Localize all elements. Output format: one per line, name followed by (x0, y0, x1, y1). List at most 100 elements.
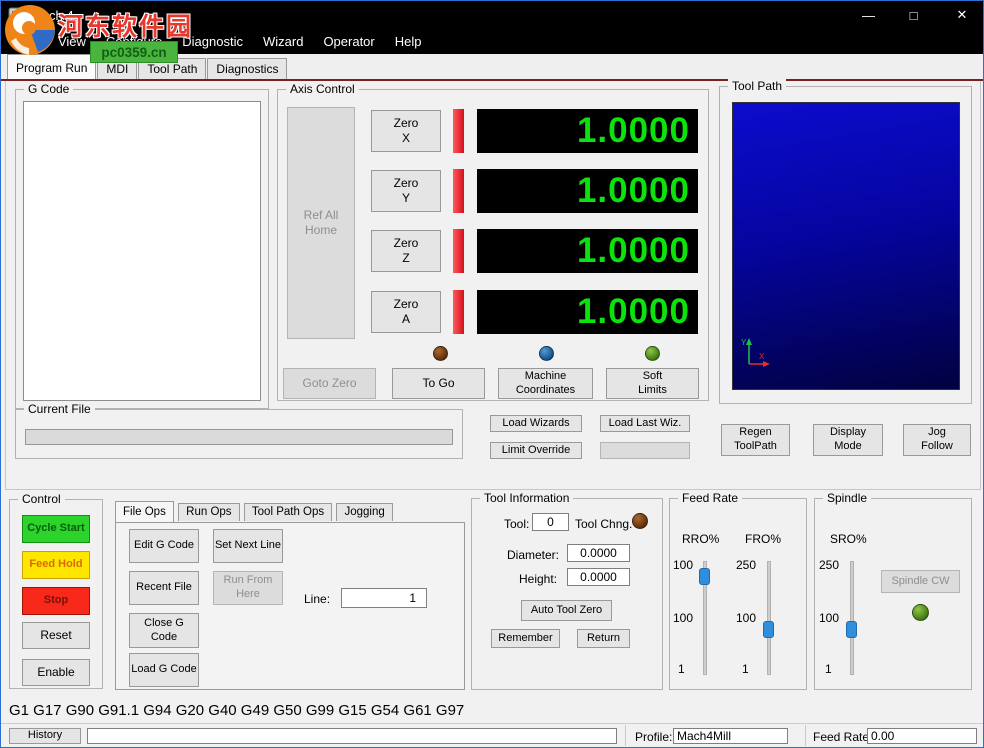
close-button[interactable]: ✕ (939, 1, 984, 29)
watermark-site-url: pc0359.cn (90, 41, 178, 63)
edit-gcode-button[interactable]: Edit G Code (129, 529, 199, 563)
sro-max: 250 (819, 558, 839, 572)
diameter-label: Diameter: (507, 548, 559, 562)
set-next-line-button[interactable]: Set Next Line (213, 529, 283, 563)
machine-coords-led (539, 346, 554, 361)
status-message-input[interactable] (87, 728, 617, 744)
ref-all-home-label: Ref All Home (303, 208, 339, 238)
cycle-start-button[interactable]: Cycle Start (22, 515, 90, 543)
zero-a-word: Zero (394, 297, 419, 312)
fro-slider-thumb[interactable] (763, 621, 774, 638)
soft-limits-button[interactable]: Soft Limits (606, 368, 699, 399)
stop-button[interactable]: Stop (22, 587, 90, 615)
x-axis-red-indicator (453, 109, 464, 153)
display-mode-button[interactable]: Display Mode (813, 424, 883, 456)
y-axis-dro: 1.0000 (477, 169, 698, 213)
display-mode-label: Display Mode (825, 426, 871, 454)
limit-override-button[interactable]: Limit Override (490, 442, 582, 459)
to-go-button[interactable]: To Go (392, 368, 485, 399)
remember-button[interactable]: Remember (491, 629, 560, 648)
soft-limits-label: Soft Limits (633, 370, 673, 398)
load-wizards-button[interactable]: Load Wizards (490, 415, 582, 432)
sro-slider-track[interactable] (850, 561, 854, 675)
maximize-button[interactable]: □ (891, 1, 936, 29)
close-gcode-button[interactable]: Close G Code (129, 613, 199, 648)
rro-max: 100 (673, 558, 693, 572)
ops-tab-file-ops[interactable]: File Ops (115, 501, 174, 522)
rro-label: RRO% (682, 532, 719, 546)
profile-input[interactable] (673, 728, 788, 744)
profile-label: Profile: (635, 730, 672, 744)
togo-status-led (433, 346, 448, 361)
control-group-label: Control (18, 492, 65, 506)
fro-mid: 100 (736, 611, 756, 625)
ops-tab-jogging[interactable]: Jogging (336, 503, 392, 521)
line-input[interactable] (341, 588, 427, 608)
blank-button[interactable] (600, 442, 690, 459)
menu-wizard[interactable]: Wizard (253, 34, 313, 49)
run-from-here-button[interactable]: Run From Here (213, 571, 283, 605)
z-axis-red-indicator (453, 229, 464, 273)
ops-tab-tool-path-ops[interactable]: Tool Path Ops (244, 503, 332, 521)
height-input[interactable] (567, 568, 630, 586)
rro-slider-thumb[interactable] (699, 568, 710, 585)
run-from-here-label: Run From Here (217, 574, 279, 602)
goto-zero-button[interactable]: Goto Zero (283, 368, 376, 399)
y-axis-red-indicator (453, 169, 464, 213)
spindle-group-label: Spindle (823, 491, 871, 505)
gcode-listbox[interactable] (23, 101, 261, 401)
minimize-button[interactable]: — (846, 1, 891, 29)
ref-all-home-button[interactable]: Ref All Home (287, 107, 355, 339)
diameter-input[interactable] (567, 544, 630, 562)
sro-label: SRO% (830, 532, 867, 546)
zero-x-button[interactable]: Zero X (371, 110, 441, 152)
enable-button[interactable]: Enable (22, 659, 90, 686)
feed-rate-status-label: Feed Rate: (813, 730, 872, 744)
jog-follow-button[interactable]: Jog Follow (903, 424, 971, 456)
zero-y-button[interactable]: Zero Y (371, 170, 441, 212)
return-button[interactable]: Return (577, 629, 630, 648)
spindle-cw-button[interactable]: Spindle CW (881, 570, 960, 593)
tool-number-input[interactable] (532, 513, 569, 531)
rro-min: 1 (678, 662, 685, 676)
axis-icon-y-label: Y (741, 338, 747, 347)
statusbar-separator-1 (625, 725, 626, 746)
tool-info-label: Tool Information (480, 491, 573, 505)
toolpath-display[interactable]: Y X (732, 102, 960, 390)
fro-slider-track[interactable] (767, 561, 771, 675)
zero-z-word: Zero (394, 236, 419, 251)
zero-z-button[interactable]: Zero Z (371, 230, 441, 272)
axis-control-label: Axis Control (286, 82, 359, 96)
jog-follow-label: Jog Follow (917, 426, 957, 454)
zero-a-letter: A (402, 312, 410, 327)
ops-tab-run-ops[interactable]: Run Ops (178, 503, 239, 521)
recent-file-button[interactable]: Recent File (129, 571, 199, 605)
tool-chng-label: Tool Chng. (575, 517, 632, 531)
menu-operator[interactable]: Operator (313, 34, 384, 49)
feed-rate-status-input[interactable] (867, 728, 977, 744)
menu-help[interactable]: Help (385, 34, 432, 49)
spindle-group: Spindle (814, 498, 972, 690)
mach4-window: Mach 4 — □ ✕ File View Configure Diagnos… (0, 0, 984, 748)
zero-a-button[interactable]: Zero A (371, 291, 441, 333)
tab-diagnostics[interactable]: Diagnostics (207, 58, 287, 79)
regen-toolpath-label: Regen ToolPath (728, 426, 784, 454)
auto-tool-zero-button[interactable]: Auto Tool Zero (521, 600, 612, 621)
feed-hold-button[interactable]: Feed Hold (22, 551, 90, 579)
sro-slider-thumb[interactable] (846, 621, 857, 638)
line-label: Line: (304, 592, 330, 606)
axis-icon-x-label: X (759, 352, 765, 361)
spindle-led (912, 604, 929, 621)
load-gcode-button[interactable]: Load G Code (129, 653, 199, 687)
statusbar-separator-2 (805, 725, 806, 746)
zero-x-word: Zero (394, 116, 419, 131)
regen-toolpath-button[interactable]: Regen ToolPath (721, 424, 790, 456)
history-button[interactable]: History (9, 728, 81, 744)
active-gcodes-readout: G1 G17 G90 G91.1 G94 G20 G40 G49 G50 G99… (9, 702, 464, 719)
machine-coordinates-button[interactable]: Machine Coordinates (498, 368, 593, 399)
soft-limits-led (645, 346, 660, 361)
watermark-site-name: 河东软件园 (58, 7, 193, 43)
load-last-wiz-button[interactable]: Load Last Wiz. (600, 415, 690, 432)
zero-y-word: Zero (394, 176, 419, 191)
reset-button[interactable]: Reset (22, 622, 90, 649)
